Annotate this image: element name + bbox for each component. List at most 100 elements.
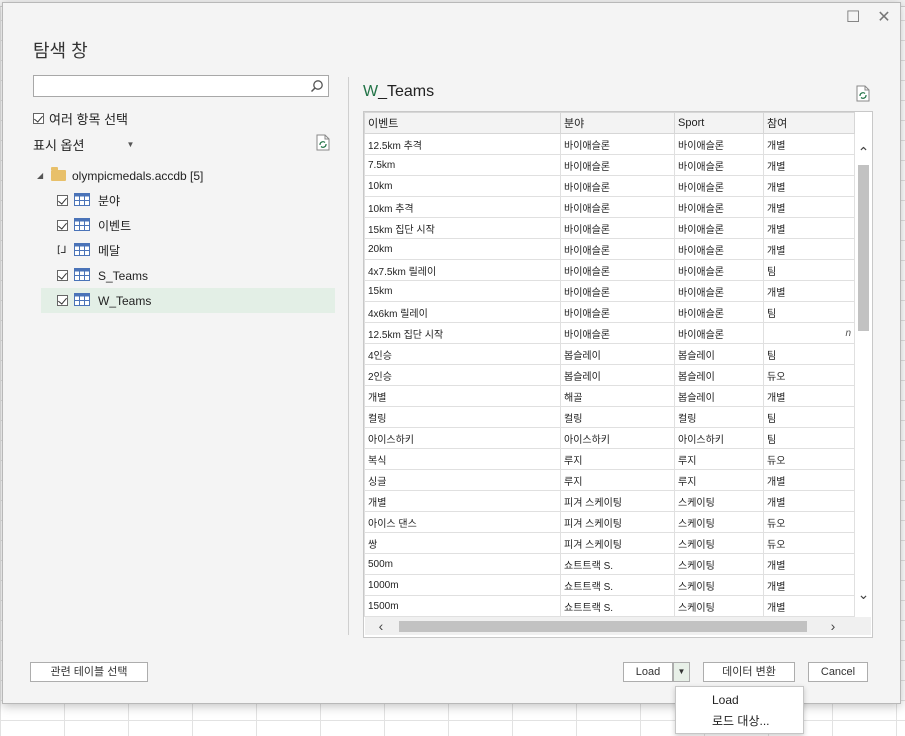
table-row: 4인승 봅슬레이 봅슬레이 팀 xyxy=(364,343,855,365)
multi-select-option[interactable]: 여러 항목 선택 xyxy=(33,109,128,128)
table-cell: 봅슬레이 xyxy=(674,364,764,386)
table-cell: 개별 xyxy=(763,595,855,617)
table-row: 쌍 피겨 스케이팅 스케이팅 듀오 xyxy=(364,532,855,554)
column-header[interactable]: 이벤트 xyxy=(364,112,561,134)
table-row: 컬링 컬링 컬링 팀 xyxy=(364,406,855,428)
search-icon[interactable] xyxy=(310,79,324,96)
table-row: 4x6km 릴레이 바이애슬론 바이애슬론 팀 xyxy=(364,301,855,323)
scroll-left-icon[interactable]: ‹ xyxy=(373,617,389,635)
table-cell: 스케이팅 xyxy=(674,532,764,554)
table-cell: 바이애슬론 xyxy=(674,175,764,197)
table-row: 4x7.5km 릴레이 바이애슬론 바이애슬론 팀 xyxy=(364,259,855,281)
table-cell: 쇼트트랙 S. xyxy=(560,574,675,596)
table-cell: 루지 xyxy=(560,448,675,470)
table-cell: 싱글 xyxy=(364,469,561,491)
table-row: 12.5km 추격 바이애슬론 바이애슬론 개별 xyxy=(364,133,855,155)
preview-grid: 이벤트 분야 Sport 참여 12.5km 추격 바이애슬론 바이애슬론 개별 7.5km 바… xyxy=(363,111,873,638)
table-cell: 루지 xyxy=(674,448,764,470)
tree-item-checkbox[interactable] xyxy=(57,220,68,231)
transform-data-button[interactable]: 데이터 변환 xyxy=(703,662,795,682)
table-cell: 쇼트트랙 S. xyxy=(560,595,675,617)
table-cell: 봅슬레이 xyxy=(560,364,675,386)
select-related-tables-button[interactable]: 관련 테이블 선택 xyxy=(30,662,148,682)
table-cell: 바이애슬론 xyxy=(560,322,675,344)
tree-item-label: S_Teams xyxy=(98,268,149,283)
table-cell: 4인승 xyxy=(364,343,561,365)
pane-divider[interactable] xyxy=(348,77,349,635)
tree-item-checkbox[interactable] xyxy=(57,295,68,306)
table-cell: 쇼트트랙 S. xyxy=(560,553,675,575)
tree-item-event[interactable]: 이벤트 xyxy=(37,213,335,238)
table-cell: 팀 xyxy=(763,406,855,428)
tree-item-bunya[interactable]: 분야 xyxy=(37,188,335,213)
table-cell: 복식 xyxy=(364,448,561,470)
table-cell: 개별 xyxy=(763,196,855,218)
table-row: 20km 바이애슬론 바이애슬론 개별 xyxy=(364,238,855,260)
cancel-button[interactable]: Cancel xyxy=(808,662,868,682)
table-cell: 10km xyxy=(364,175,561,197)
table-row: 15km 바이애슬론 바이애슬론 개별 xyxy=(364,280,855,302)
tree-item-w-teams[interactable]: W_Teams xyxy=(41,288,335,313)
table-cell: 바이애슬론 xyxy=(674,322,764,344)
table-cell: 500m xyxy=(364,553,561,575)
display-options-dropdown[interactable]: 표시 옵션 ▼ xyxy=(33,135,134,154)
column-header[interactable]: Sport xyxy=(674,112,764,134)
table-cell: 해골 xyxy=(560,385,675,407)
table-row: 10km 바이애슬론 바이애슬론 개별 xyxy=(364,175,855,197)
tree-item-checkbox[interactable] xyxy=(57,270,68,281)
tree-item-checkbox[interactable]: [⅃ xyxy=(57,245,68,256)
scroll-thumb-horizontal[interactable] xyxy=(399,621,807,632)
scroll-thumb[interactable] xyxy=(858,165,869,331)
table-cell: 피겨 스케이팅 xyxy=(560,490,675,512)
scroll-down-icon[interactable]: ⌄ xyxy=(856,587,871,601)
table-row: 복식 루지 루지 듀오 xyxy=(364,448,855,470)
table-cell: 아이스하키 xyxy=(560,427,675,449)
menu-item-load[interactable]: Load xyxy=(712,693,739,707)
preview-title-prefix: W xyxy=(363,83,379,100)
close-icon[interactable]: ✕ xyxy=(877,10,891,26)
load-dropdown-button[interactable]: ▼ xyxy=(673,662,690,682)
tree-item-s-teams[interactable]: S_Teams xyxy=(37,263,335,288)
table-row: 싱글 루지 루지 개별 xyxy=(364,469,855,491)
table-cell: 컬링 xyxy=(674,406,764,428)
table-cell: 바이애슬론 xyxy=(674,238,764,260)
table-cell: 루지 xyxy=(674,469,764,491)
table-cell: 스케이팅 xyxy=(674,574,764,596)
horizontal-scrollbar[interactable]: ‹ › xyxy=(365,617,871,635)
table-cell: 바이애슬론 xyxy=(560,154,675,176)
column-header[interactable]: 분야 xyxy=(560,112,675,134)
table-cell: 봅슬레이 xyxy=(560,343,675,365)
tree-item-checkbox[interactable] xyxy=(57,195,68,206)
multi-select-checkbox[interactable] xyxy=(33,113,44,124)
load-button[interactable]: Load xyxy=(623,662,673,682)
table-cell: 바이애슬론 xyxy=(560,175,675,197)
table-icon xyxy=(74,217,90,234)
table-cell: 개별 xyxy=(364,490,561,512)
table-cell: 듀오 xyxy=(763,511,855,533)
maximize-icon[interactable]: ☐ xyxy=(846,10,860,26)
table-cell: 바이애슬론 xyxy=(674,133,764,155)
table-row: 12.5km 집단 시작 바이애슬론 바이애슬론 n xyxy=(364,322,855,344)
menu-item-load-to[interactable]: 로드 대상... xyxy=(712,712,770,729)
search-input[interactable] xyxy=(34,76,316,96)
table-cell: 개별 xyxy=(763,280,855,302)
vertical-scrollbar[interactable]: ⌃ ⌄ xyxy=(856,143,871,613)
preview-refresh-icon[interactable] xyxy=(855,85,871,105)
scroll-up-icon[interactable]: ⌃ xyxy=(856,145,871,159)
table-cell: 개별 xyxy=(763,217,855,239)
table-row: 15km 집단 시작 바이애슬론 바이애슬론 개별 xyxy=(364,217,855,239)
scroll-right-icon[interactable]: › xyxy=(825,617,841,635)
refresh-icon[interactable] xyxy=(315,134,331,154)
tree-item-medal[interactable]: [⅃ 메달 xyxy=(37,238,335,263)
column-header[interactable]: 참여 xyxy=(763,112,855,134)
table-row: 1000m 쇼트트랙 S. 스케이팅 개별 xyxy=(364,574,855,596)
table-cell: 개별 xyxy=(763,553,855,575)
collapse-icon[interactable]: ◢ xyxy=(37,171,49,180)
tree-root-database[interactable]: ◢ olympicmedals.accdb [5] xyxy=(37,163,335,188)
tree-item-label: 분야 xyxy=(98,194,121,208)
table-cell: 스케이팅 xyxy=(674,595,764,617)
table-cell: 20km xyxy=(364,238,561,260)
table-cell: 15km xyxy=(364,280,561,302)
table-row: 아이스하키 아이스하키 아이스하키 팀 xyxy=(364,427,855,449)
table-cell: 컬링 xyxy=(560,406,675,428)
